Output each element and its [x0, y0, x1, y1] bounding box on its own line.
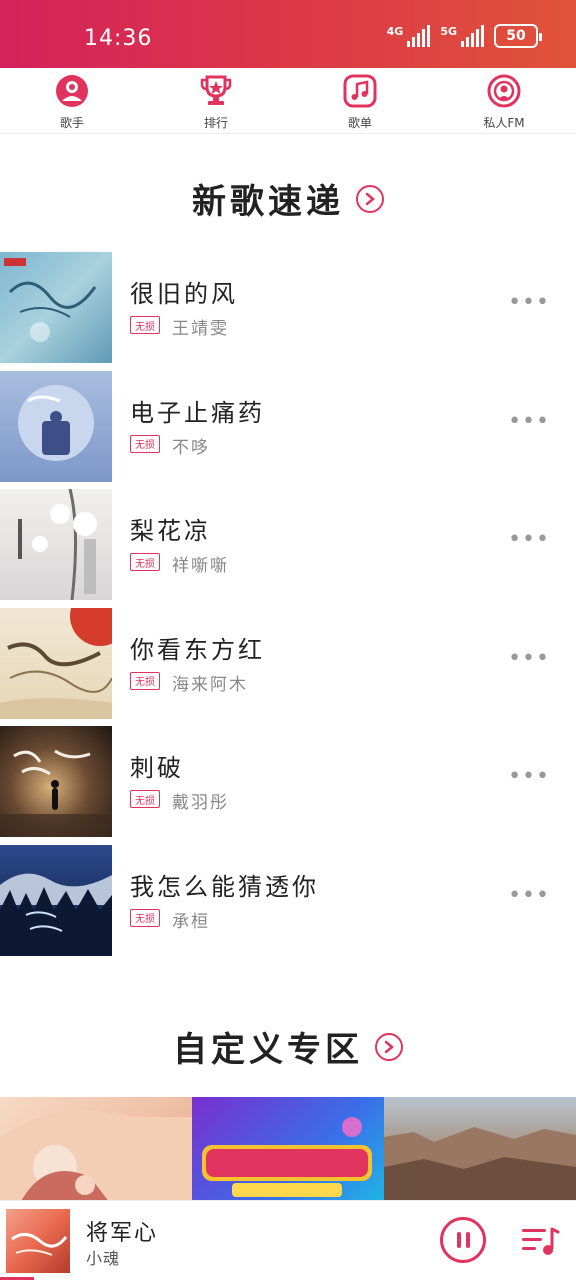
list-item[interactable]: 很旧的风 无损 王靖雯 •••: [0, 252, 576, 371]
nav-label: 私人FM: [483, 116, 525, 130]
custom-zone-header[interactable]: 自定义专区: [0, 1022, 576, 1071]
singer-icon: [56, 75, 88, 107]
battery-level: 50: [506, 28, 526, 44]
pause-icon: [456, 1232, 461, 1248]
banner-card[interactable]: [384, 1097, 576, 1203]
album-cover: [0, 607, 112, 719]
more-options-icon[interactable]: •••: [508, 292, 550, 314]
banner-card[interactable]: [192, 1097, 384, 1203]
song-title: 刺破: [130, 754, 184, 783]
more-options-icon[interactable]: •••: [508, 766, 550, 788]
lossless-badge: 无损: [130, 671, 160, 690]
banner-card[interactable]: [0, 1097, 192, 1203]
album-cover: [0, 844, 112, 956]
song-artist: 不哆: [172, 437, 210, 458]
nav-label: 歌单: [347, 116, 372, 130]
trophy-icon: [200, 75, 232, 105]
nav-item-singer[interactable]: 歌手: [0, 68, 144, 133]
list-item[interactable]: 电子止痛药 无损 不哆 •••: [0, 370, 576, 490]
song-artist: 祥噺噺: [172, 556, 229, 577]
lossless-badge: 无损: [130, 908, 160, 927]
list-item[interactable]: 梨花凉 无损 祥噺噺 •••: [0, 489, 576, 608]
song-title: 很旧的风: [130, 280, 238, 308]
status-bar: 14:36 4G 5G 50: [0, 0, 576, 68]
now-playing-artist: 小魂: [86, 1249, 121, 1268]
nav-label: 歌手: [59, 116, 84, 130]
list-item[interactable]: 刺破 无损 戴羽彤 •••: [0, 726, 576, 845]
chevron-right-icon[interactable]: [375, 1032, 403, 1061]
album-cover: [0, 370, 112, 482]
pause-icon: [465, 1232, 470, 1248]
album-cover: [0, 252, 112, 363]
nav-item-fm[interactable]: 私人FM: [432, 68, 576, 133]
album-cover: [0, 489, 112, 601]
song-title: 你看东方红: [130, 635, 265, 664]
more-options-icon[interactable]: •••: [508, 884, 550, 906]
song-list: 很旧的风 无损 王靖雯 ••• 电子止痛药 无损 不哆 ••• 梨花凉 无损 祥…: [0, 252, 576, 964]
song-artist: 戴羽彤: [172, 793, 229, 814]
category-nav: 歌手 排行 歌单 私人FM: [0, 68, 576, 134]
list-item[interactable]: 我怎么能猜透你 无损 承桓 •••: [0, 844, 576, 964]
network-label-5g: 5G: [440, 25, 457, 38]
more-options-icon[interactable]: •••: [508, 647, 550, 669]
lossless-badge: 无损: [130, 316, 160, 334]
song-title: 电子止痛药: [130, 398, 265, 427]
signal-icon: 4G: [387, 25, 431, 47]
nav-item-rank[interactable]: 排行: [144, 68, 288, 133]
more-options-icon[interactable]: •••: [508, 410, 550, 432]
new-songs-header[interactable]: 新歌速递: [0, 174, 576, 223]
section-title: 自定义专区: [173, 1030, 363, 1070]
lossless-badge: 无损: [130, 553, 160, 572]
now-playing-title: 将军心: [86, 1221, 159, 1246]
nav-label: 排行: [203, 116, 228, 130]
lossless-badge: 无损: [130, 434, 160, 453]
song-title: 梨花凉: [130, 517, 211, 546]
chevron-right-icon[interactable]: [356, 184, 384, 213]
status-indicators: 4G 5G 50: [387, 24, 542, 48]
album-cover: [0, 726, 112, 838]
playlist-icon[interactable]: [520, 1221, 560, 1261]
nav-item-playlist[interactable]: 歌单: [288, 68, 432, 133]
song-artist: 王靖雯: [172, 319, 229, 339]
custom-zone-banners: [0, 1097, 576, 1203]
music-note-icon: [343, 74, 377, 108]
song-artist: 承桓: [172, 911, 210, 932]
signal-icon: 5G: [440, 25, 484, 47]
radio-icon: [487, 74, 521, 108]
more-options-icon[interactable]: •••: [508, 529, 550, 551]
list-item[interactable]: 你看东方红 无损 海来阿木 •••: [0, 607, 576, 727]
section-title: 新歌速递: [192, 182, 344, 222]
network-label-4g: 4G: [386, 25, 404, 38]
song-title: 我怎么能猜透你: [130, 872, 319, 901]
now-playing-cover[interactable]: [6, 1209, 70, 1273]
pause-button[interactable]: [440, 1217, 486, 1263]
mini-player[interactable]: 将军心 小魂: [0, 1200, 576, 1280]
battery-icon: 50: [494, 24, 542, 48]
song-artist: 海来阿木: [172, 674, 248, 695]
lossless-badge: 无损: [130, 790, 160, 809]
status-time: 14:36: [84, 26, 153, 51]
